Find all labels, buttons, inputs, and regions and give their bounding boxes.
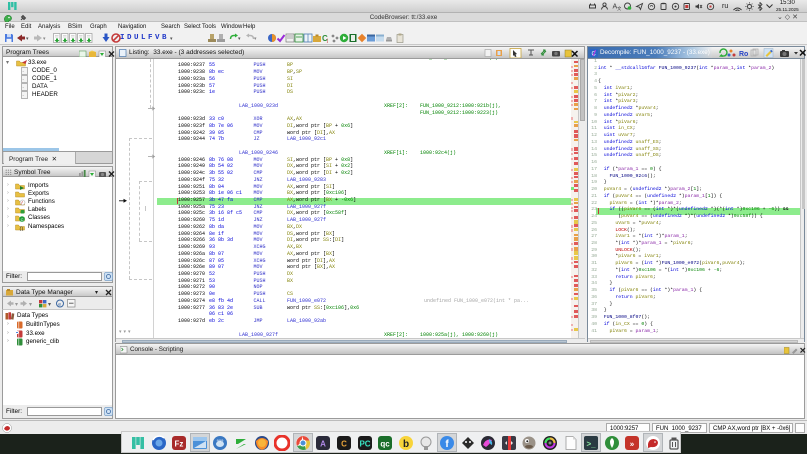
- svg-text:Ro: Ro: [739, 51, 748, 58]
- svg-text:Fz: Fz: [175, 439, 184, 448]
- svg-text:PC: PC: [359, 439, 370, 448]
- svg-text:qc: qc: [381, 439, 391, 448]
- svg-text:(): (): [20, 226, 24, 231]
- svg-text:文: 文: [617, 5, 621, 11]
- svg-text:>_: >_: [587, 439, 597, 448]
- svg-text:b: b: [403, 439, 409, 450]
- svg-text:C: C: [21, 217, 24, 222]
- svg-text:▾: ▾: [48, 302, 51, 308]
- svg-text:999: 999: [217, 438, 224, 443]
- svg-text:»: »: [630, 439, 635, 448]
- svg-text:A: A: [321, 439, 327, 448]
- svg-text:j: j: [326, 38, 328, 43]
- svg-text:C: C: [341, 439, 347, 448]
- svg-text:▾: ▾: [15, 302, 18, 308]
- svg-text:e: e: [58, 302, 61, 308]
- svg-text:▾: ▾: [29, 302, 32, 308]
